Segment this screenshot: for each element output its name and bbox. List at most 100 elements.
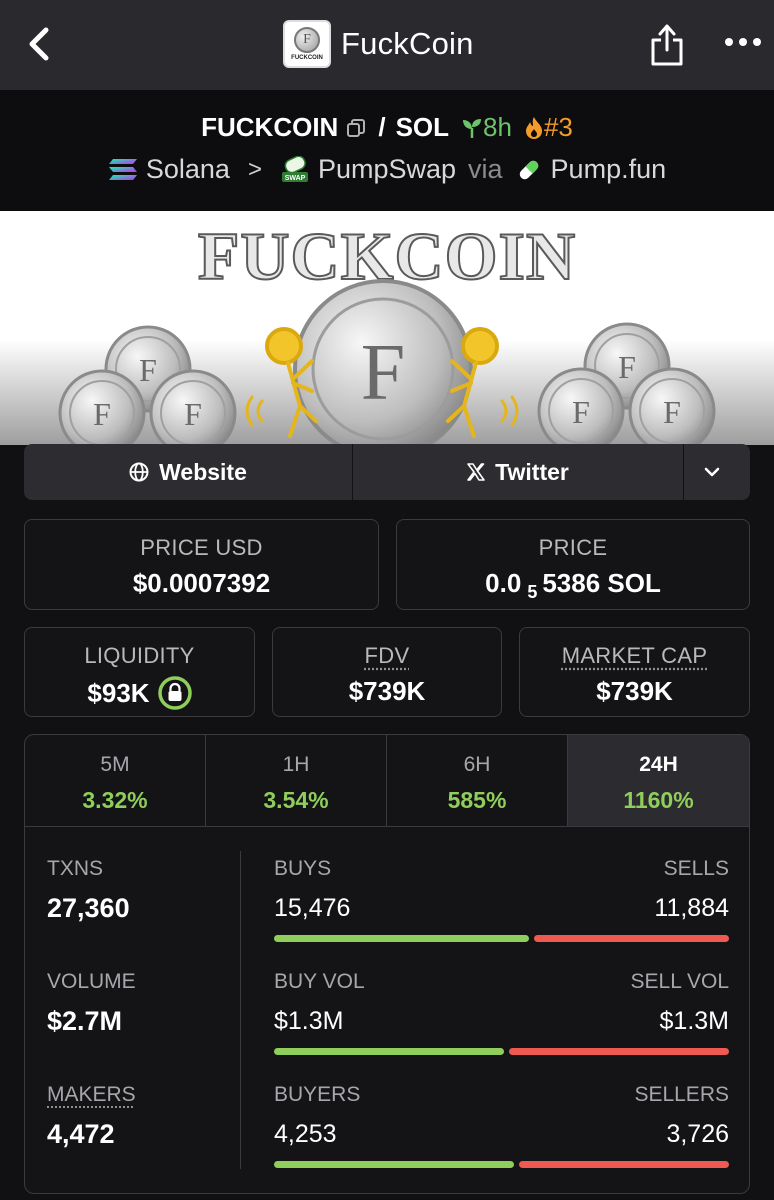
tab-label: 24H bbox=[639, 753, 678, 776]
route-row: Solana > SWAP PumpSwap via Pump.fun bbox=[0, 154, 774, 185]
pumpswap-icon: SWAP bbox=[281, 155, 308, 182]
back-arrow-icon bbox=[29, 27, 49, 61]
buy-vol-label: BUY VOL bbox=[274, 970, 365, 993]
more-links-button[interactable] bbox=[684, 444, 750, 500]
buys-sells-bar bbox=[274, 935, 729, 942]
center-coin: F bbox=[293, 279, 473, 445]
trade-stats: TXNS 27,360 VOLUME $2.7M MAKERS 4,472 BU… bbox=[25, 827, 749, 1193]
via-label: via bbox=[468, 154, 503, 184]
liquidity-value: $93K bbox=[87, 677, 150, 708]
pill-icon bbox=[519, 160, 538, 179]
performance-panel: 5M 3.32% 1H 3.54% 6H 585% 24H 1160% TXNS… bbox=[24, 734, 750, 1194]
app-title: FuckCoin bbox=[341, 26, 474, 61]
svg-text:F: F bbox=[572, 394, 590, 430]
buy-sell-volume-ratio: BUY VOL SELL VOL $1.3M $1.3M bbox=[274, 970, 729, 1055]
tab-6h[interactable]: 6H 585% bbox=[387, 735, 568, 826]
market-cap-label[interactable]: MARKET CAP bbox=[520, 643, 749, 669]
price-native-zero-count: 5 bbox=[527, 582, 538, 602]
price-native-label: PRICE bbox=[538, 535, 608, 560]
tab-change: 585% bbox=[447, 787, 507, 813]
buys-label: BUYS bbox=[274, 857, 332, 880]
volume-stat: VOLUME $2.7M bbox=[47, 970, 136, 1037]
sell-vol-label: SELL VOL bbox=[630, 970, 729, 993]
price-usd-value: $0.0007392 bbox=[132, 568, 271, 598]
volume-value: $2.7M bbox=[47, 1006, 123, 1036]
volume-label: VOLUME bbox=[47, 970, 136, 993]
buyers-bar-fill bbox=[274, 1161, 514, 1168]
svg-text:F: F bbox=[184, 396, 202, 432]
dex-name[interactable]: PumpSwap bbox=[318, 154, 456, 185]
share-icon bbox=[651, 24, 683, 66]
twitter-button[interactable]: Twitter bbox=[353, 444, 684, 500]
seedling-icon bbox=[463, 118, 482, 138]
token-logo: F FUCKCOIN bbox=[283, 20, 331, 68]
lock-icon[interactable] bbox=[157, 676, 192, 710]
more-options-button[interactable] bbox=[724, 34, 762, 50]
tab-change: 3.32% bbox=[82, 787, 148, 813]
twitter-label: Twitter bbox=[495, 458, 569, 485]
liquidity-label: LIQUIDITY bbox=[84, 643, 195, 668]
pair-header: FUCKCOIN / SOL 8h #3 Solana > SWAP PumpS… bbox=[0, 90, 774, 211]
sells-label: SELLS bbox=[663, 857, 729, 880]
svg-text:F: F bbox=[361, 329, 406, 417]
tab-24h[interactable]: 24H 1160% bbox=[568, 735, 749, 826]
fdv-value: $739K bbox=[348, 676, 426, 706]
quote-token-symbol: SOL bbox=[395, 112, 450, 142]
timeframe-tabs: 5M 3.32% 1H 3.54% 6H 585% 24H 1160% bbox=[25, 735, 749, 827]
sell-vol-bar-fill bbox=[508, 1048, 729, 1055]
social-links-bar: Website Twitter bbox=[24, 444, 750, 500]
price-native-prefix: 0.0 bbox=[485, 568, 522, 598]
price-usd-card: PRICE USD $0.0007392 bbox=[24, 519, 379, 610]
price-native-card: PRICE 0.0 5 5386 SOL bbox=[396, 519, 750, 610]
buyers-sellers-bar bbox=[274, 1161, 729, 1168]
sells-value: 11,884 bbox=[654, 894, 729, 922]
stats-divider bbox=[240, 851, 241, 1169]
copy-icon[interactable] bbox=[346, 118, 366, 138]
share-button[interactable] bbox=[648, 22, 686, 68]
makers-stat: MAKERS 4,472 bbox=[47, 1083, 136, 1150]
logo-text: FUCKCOIN bbox=[291, 55, 323, 61]
txns-stat: TXNS 27,360 bbox=[47, 857, 130, 924]
pair-title-row: FUCKCOIN / SOL 8h #3 bbox=[0, 112, 774, 143]
tab-label: 1H bbox=[282, 753, 310, 776]
logo-coin: F bbox=[294, 27, 320, 53]
sellers-value: 3,726 bbox=[666, 1120, 729, 1148]
chain-name[interactable]: Solana bbox=[146, 154, 230, 185]
globe-icon bbox=[129, 462, 149, 482]
coins-illustration: F F F F F F F bbox=[58, 279, 716, 445]
chevron-down-icon bbox=[704, 467, 720, 477]
trending-rank[interactable]: #3 bbox=[524, 112, 573, 143]
sellers-bar-fill bbox=[519, 1161, 729, 1168]
launchpad-name[interactable]: Pump.fun bbox=[551, 154, 667, 185]
top-bar: F FUCKCOIN FuckCoin bbox=[0, 0, 774, 90]
buy-sell-volume-bar bbox=[274, 1048, 729, 1055]
svg-text:F: F bbox=[139, 352, 157, 388]
left-coin-cluster: F F F bbox=[58, 325, 237, 445]
website-button[interactable]: Website bbox=[24, 444, 353, 500]
svg-text:SWAP: SWAP bbox=[285, 175, 306, 182]
sellers-label: SELLERS bbox=[634, 1083, 729, 1106]
buyers-value: 4,253 bbox=[274, 1120, 337, 1148]
svg-text:F: F bbox=[618, 349, 636, 385]
buy-vol-bar-fill bbox=[274, 1048, 504, 1055]
sells-bar-fill bbox=[534, 935, 729, 942]
buys-value: 15,476 bbox=[274, 894, 351, 922]
tab-label: 6H bbox=[463, 753, 491, 776]
tab-1h[interactable]: 1H 3.54% bbox=[206, 735, 387, 826]
makers-label[interactable]: MAKERS bbox=[47, 1083, 136, 1107]
back-button[interactable] bbox=[22, 22, 62, 66]
buy-vol-value: $1.3M bbox=[274, 1007, 344, 1035]
sell-vol-value: $1.3M bbox=[659, 1007, 729, 1035]
fdv-label[interactable]: FDV bbox=[273, 643, 501, 669]
solana-icon bbox=[108, 158, 137, 180]
buys-bar-fill bbox=[274, 935, 530, 942]
buys-sells-ratio: BUYS SELLS 15,476 11,884 bbox=[274, 857, 729, 942]
liquidity-card: LIQUIDITY $93K bbox=[24, 627, 255, 717]
txns-label: TXNS bbox=[47, 857, 104, 880]
tab-label: 5M bbox=[100, 753, 130, 776]
tab-5m[interactable]: 5M 3.32% bbox=[25, 735, 206, 826]
app-header: F FUCKCOIN FuckCoin bbox=[283, 19, 474, 69]
more-icon bbox=[725, 38, 761, 46]
tab-change: 3.54% bbox=[263, 787, 329, 813]
txns-value: 27,360 bbox=[47, 893, 130, 923]
